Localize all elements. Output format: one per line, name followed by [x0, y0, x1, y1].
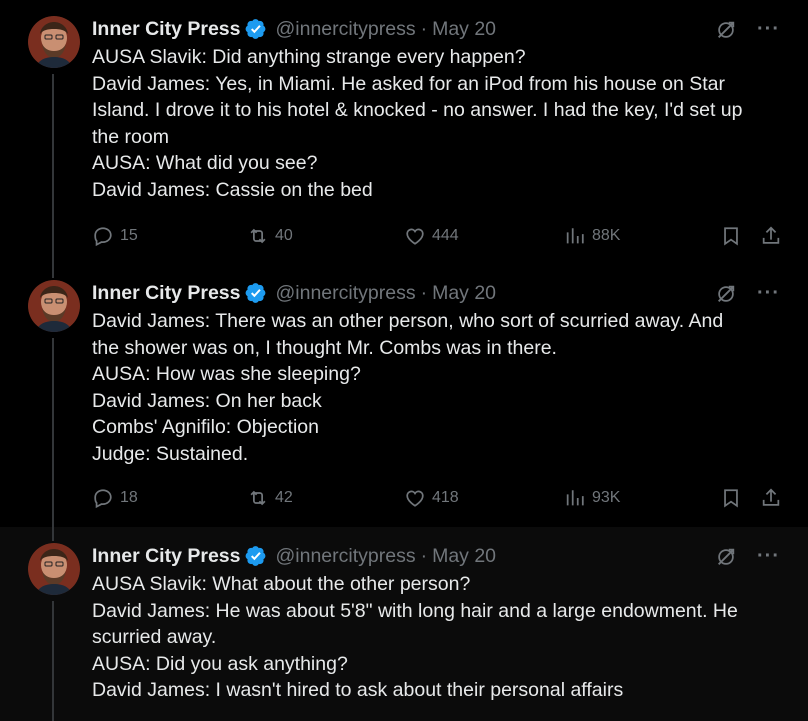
tweet-text-line: AUSA: How was she sleeping?: [92, 363, 361, 385]
bar-chart-icon: [564, 487, 586, 509]
heart-icon: [404, 225, 426, 247]
tweet-text: AUSA Slavik: Did anything strange every …: [92, 44, 792, 203]
tweet-text-line: David James: On her back: [92, 389, 322, 412]
repost-button[interactable]: 42: [247, 487, 293, 509]
like-count: 418: [432, 489, 459, 506]
tweet-date[interactable]: May 20: [432, 545, 496, 568]
reply-count: 18: [120, 489, 138, 506]
grok-icon[interactable]: [715, 546, 737, 568]
reply-button[interactable]: 15: [92, 225, 138, 247]
more-options-icon[interactable]: ···: [757, 545, 780, 568]
tweet-text-line: David James: Cassie on the bed: [92, 178, 373, 201]
view-count: 88K: [592, 227, 621, 244]
thread-line: [52, 527, 54, 541]
tweet-text-line: Island. I drove it to his hotel & knocke…: [92, 99, 743, 121]
like-button[interactable]: 444: [404, 225, 459, 247]
heart-icon: [404, 487, 426, 509]
tweet-header: Inner City Press @innercitypress · May 2…: [92, 544, 496, 568]
thread-line: [52, 338, 54, 527]
reply-count: 15: [120, 227, 138, 244]
author-handle[interactable]: @innercitypress: [275, 282, 415, 305]
tweet-text-line: the shower was on, I thought Mr. Combs w…: [92, 336, 557, 359]
more-options-icon[interactable]: ···: [757, 282, 780, 305]
view-count: 93K: [592, 489, 621, 506]
author-name[interactable]: Inner City Press: [92, 18, 240, 41]
thread-line: [52, 264, 54, 278]
grok-icon[interactable]: [715, 19, 737, 41]
avatar[interactable]: [28, 16, 80, 68]
bookmark-icon: [720, 225, 742, 247]
like-count: 444: [432, 227, 459, 244]
views-button[interactable]: 93K: [564, 487, 620, 509]
tweet-text-line: AUSA Slavik: What about the other person…: [92, 573, 471, 595]
separator: ·: [420, 17, 428, 40]
tweet-header: Inner City Press @innercitypress · May 2…: [92, 281, 496, 305]
bookmark-icon: [720, 487, 742, 509]
repost-icon: [247, 487, 269, 509]
share-button[interactable]: [760, 225, 782, 247]
like-button[interactable]: 418: [404, 487, 459, 509]
verified-badge-icon[interactable]: [245, 545, 267, 567]
tweet-text: AUSA Slavik: What about the other person…: [92, 571, 792, 704]
tweet[interactable]: Inner City Press @innercitypress · May 2…: [0, 0, 808, 264]
repost-button[interactable]: 40: [247, 225, 293, 247]
tweet-text: David James: There was an other person, …: [92, 308, 792, 467]
tweet[interactable]: Inner City Press @innercitypress · May 2…: [0, 264, 808, 527]
views-button[interactable]: 88K: [564, 225, 620, 247]
tweet-text-line: the room: [92, 125, 169, 148]
avatar[interactable]: [28, 280, 80, 332]
tweet[interactable]: Inner City Press @innercitypress · May 2…: [0, 527, 808, 721]
author-name[interactable]: Inner City Press: [92, 545, 240, 568]
bookmark-button[interactable]: [720, 225, 742, 247]
verified-badge-icon[interactable]: [245, 18, 267, 40]
tweet-text-line: AUSA: Did you ask anything?: [92, 652, 348, 675]
reply-icon: [92, 225, 114, 247]
tweet-text-line: AUSA Slavik: Did anything strange every …: [92, 46, 526, 68]
share-button[interactable]: [760, 487, 782, 509]
tweet-text-line: David James: I wasn't hired to ask about…: [92, 679, 624, 701]
grok-icon[interactable]: [715, 283, 737, 305]
more-options-icon[interactable]: ···: [757, 18, 780, 41]
bookmark-button[interactable]: [720, 487, 742, 509]
bar-chart-icon: [564, 225, 586, 247]
tweet-text-line: AUSA: What did you see?: [92, 152, 318, 174]
verified-badge-icon[interactable]: [245, 282, 267, 304]
tweet-text-line: David James: Yes, in Miami. He asked for…: [92, 72, 725, 95]
separator: ·: [420, 544, 428, 567]
reply-button[interactable]: 18: [92, 487, 138, 509]
separator: ·: [420, 281, 428, 304]
author-name[interactable]: Inner City Press: [92, 282, 240, 305]
thread-line: [52, 74, 54, 264]
tweet-text-line: David James: There was an other person, …: [92, 310, 724, 332]
share-icon: [760, 487, 782, 509]
tweet-header: Inner City Press @innercitypress · May 2…: [92, 17, 496, 41]
tweet-text-line: David James: He was about 5'8" with long…: [92, 599, 738, 622]
thread-line: [52, 601, 54, 721]
tweet-date[interactable]: May 20: [432, 282, 496, 305]
tweet-text-line: Judge: Sustained.: [92, 442, 249, 465]
share-icon: [760, 225, 782, 247]
tweet-text-line: scurried away.: [92, 626, 217, 648]
repost-count: 42: [275, 489, 293, 506]
action-bar: 18 42 418 93K: [92, 486, 782, 510]
tweet-date[interactable]: May 20: [432, 18, 496, 41]
author-handle[interactable]: @innercitypress: [275, 545, 415, 568]
action-bar: 15 40 444 88K: [92, 224, 782, 248]
reply-icon: [92, 487, 114, 509]
tweet-text-line: Combs' Agnifilo: Objection: [92, 416, 320, 438]
repost-icon: [247, 225, 269, 247]
author-handle[interactable]: @innercitypress: [275, 18, 415, 41]
avatar[interactable]: [28, 543, 80, 595]
repost-count: 40: [275, 227, 293, 244]
